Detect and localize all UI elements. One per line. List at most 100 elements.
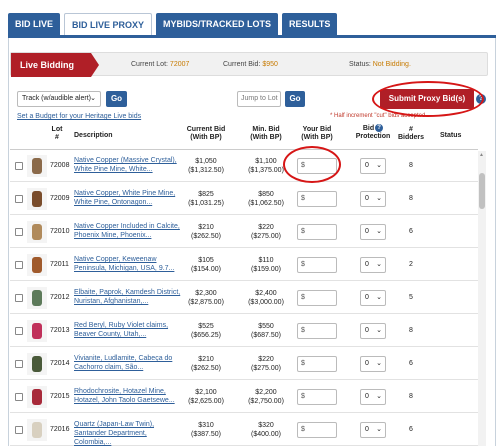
current-lot-value: 72007 <box>169 61 190 68</box>
lot-thumbnail[interactable] <box>27 419 47 441</box>
lot-description-link[interactable]: Native Copper Included in Calcite, Phoen… <box>74 222 186 240</box>
lot-image <box>32 389 42 405</box>
chevron-down-icon: ⌄ <box>376 360 382 367</box>
lot-description-link[interactable]: Native Copper, Keweenaw Peninsula, Michi… <box>74 255 186 273</box>
current-bid-cell: $825 ($1,031.25) <box>188 191 224 207</box>
row-checkbox[interactable] <box>15 327 23 335</box>
bid-protection-select[interactable]: 0 ⌄ <box>360 422 386 438</box>
row-checkbox[interactable] <box>15 261 23 269</box>
min-bid-cell: $2,400 ($3,000.00) <box>248 290 284 306</box>
your-bid-input[interactable]: $ <box>297 191 337 207</box>
bid-protection-select[interactable]: 0 ⌄ <box>360 191 386 207</box>
min-bid-cell: $110 ($159.00) <box>251 257 281 273</box>
lot-thumbnail[interactable] <box>27 287 47 309</box>
row-checkbox[interactable] <box>15 360 23 368</box>
lot-number: 72011 <box>50 261 69 268</box>
scrollbar-thumb[interactable] <box>479 173 485 209</box>
bid-protection-select[interactable]: 0 ⌄ <box>360 290 386 306</box>
your-bid-input[interactable]: $ <box>297 224 337 240</box>
bid-protection-select[interactable]: 0 ⌄ <box>360 389 386 405</box>
lot-description-link[interactable]: Rhodochrosite, Hotazel Mine, Hotazel, Jo… <box>74 387 186 405</box>
bidders-count: 8 <box>409 327 413 334</box>
your-bid-input[interactable]: $ <box>297 257 337 273</box>
lots-table: 72008 Native Copper (Massive Crystal), Wh… <box>10 151 478 446</box>
lot-description-link[interactable]: Elbaite, Paprok, Kamdesh District, Nuris… <box>74 288 186 306</box>
bid-protection-select[interactable]: 0 ⌄ <box>360 257 386 273</box>
lot-image <box>32 290 42 306</box>
row-checkbox[interactable] <box>15 195 23 203</box>
track-select[interactable]: Track (w/audible alert) ⌄ <box>17 91 101 107</box>
lot-description-link[interactable]: Red Beryl, Ruby Violet claims, Beaver Co… <box>74 321 186 339</box>
lot-thumbnail[interactable] <box>27 155 47 177</box>
lot-number: 72009 <box>50 195 70 202</box>
jump-go-button[interactable]: Go <box>285 91 305 107</box>
chevron-down-icon: ⌄ <box>376 261 382 268</box>
row-checkbox[interactable] <box>15 426 23 434</box>
tab-bid-live-proxy[interactable]: BID LIVE PROXY <box>64 13 153 37</box>
current-bid-cell: $210 ($262.50) <box>191 224 221 240</box>
lot-image <box>32 422 42 438</box>
current-lot-label: Current Lot: 72007 <box>131 61 190 68</box>
highlight-ring-your-bid <box>283 146 341 183</box>
table-row: 72014 Vivianite, Ludlamite, Cabeça do Cac… <box>10 349 478 380</box>
row-checkbox[interactable] <box>15 162 23 170</box>
scrollbar[interactable]: ▲ <box>478 151 486 446</box>
current-bid-label: Current Bid: $950 <box>223 61 278 68</box>
jump-to-lot-input[interactable]: Jump to Lot <box>237 91 281 107</box>
header-your-bid: Your Bid (With BP) <box>301 126 333 141</box>
lot-thumbnail[interactable] <box>27 320 47 342</box>
table-row: 72011 Native Copper, Keweenaw Peninsula, … <box>10 250 478 281</box>
highlight-ring-submit <box>372 81 484 117</box>
table-row: 72009 Native Copper, White Pine Mine, Whi… <box>10 184 478 215</box>
bid-protection-select[interactable]: 0 ⌄ <box>360 224 386 240</box>
bid-protection-select[interactable]: 0 ⌄ <box>360 158 386 174</box>
lot-description-link[interactable]: Quartz (Japan-Law Twin), Santander Depar… <box>74 420 186 446</box>
bid-protection-select[interactable]: 0 ⌄ <box>360 323 386 339</box>
lot-thumbnail[interactable] <box>27 188 47 210</box>
row-checkbox[interactable] <box>15 228 23 236</box>
lot-description-link[interactable]: Native Copper, White Pine Mine, White Pi… <box>74 189 186 207</box>
lot-thumbnail[interactable] <box>27 386 47 408</box>
lot-number: 72010 <box>50 228 70 235</box>
lot-number: 72016 <box>50 426 70 433</box>
lot-description-link[interactable]: Native Copper (Massive Crystal), White P… <box>74 156 186 174</box>
tab-results[interactable]: RESULTS <box>282 13 338 36</box>
chevron-down-icon: ⌄ <box>376 327 382 334</box>
header-bidders: # Bidders <box>397 126 425 141</box>
bidders-count: 5 <box>409 294 413 301</box>
track-go-button[interactable]: Go <box>106 91 127 107</box>
your-bid-input[interactable]: $ <box>297 323 337 339</box>
set-budget-link[interactable]: Set a Budget for your Heritage Live bids <box>17 113 141 120</box>
your-bid-input[interactable]: $ <box>297 389 337 405</box>
lot-description-link[interactable]: Vivianite, Ludlamite, Cabeça do Cachorro… <box>74 354 186 372</box>
min-bid-cell: $850 ($1,062.50) <box>248 191 284 207</box>
table-row: 72010 Native Copper Included in Calcite, … <box>10 217 478 248</box>
current-bid-cell: $1,050 ($1,312.50) <box>188 158 224 174</box>
bid-protection-select[interactable]: 0 ⌄ <box>360 356 386 372</box>
your-bid-input[interactable]: $ <box>297 356 337 372</box>
bidding-status-label: Status: Not Bidding. <box>349 61 411 68</box>
tab-bar: BID LIVE BID LIVE PROXY MYBIDS/TRACKED L… <box>8 13 341 37</box>
current-bid-cell: $2,100 ($2,625.00) <box>188 389 224 405</box>
lot-image <box>32 191 42 207</box>
chevron-down-icon: ⌄ <box>376 228 382 235</box>
your-bid-input[interactable]: $ <box>297 422 337 438</box>
header-bid-protection: Bid? Protection <box>355 124 391 140</box>
lot-number: 72015 <box>50 393 70 400</box>
lot-thumbnail[interactable] <box>27 254 47 276</box>
chevron-down-icon: ⌄ <box>376 426 382 433</box>
current-bid-cell: $2,300 ($2,875.00) <box>188 290 224 306</box>
lot-thumbnail[interactable] <box>27 221 47 243</box>
your-bid-input[interactable]: $ <box>297 290 337 306</box>
row-checkbox[interactable] <box>15 393 23 401</box>
bid-protection-help-icon[interactable]: ? <box>375 124 384 132</box>
chevron-down-icon: ⌄ <box>376 294 382 301</box>
lot-thumbnail[interactable] <box>27 353 47 375</box>
tab-mybids-tracked-lots[interactable]: MYBIDS/TRACKED LOTS <box>156 13 279 36</box>
row-checkbox[interactable] <box>15 294 23 302</box>
scroll-up-icon[interactable]: ▲ <box>479 152 484 158</box>
min-bid-cell: $220 ($275.00) <box>251 356 281 372</box>
bidders-count: 6 <box>409 426 413 433</box>
lot-image <box>32 323 42 339</box>
tab-bid-live[interactable]: BID LIVE <box>8 13 61 36</box>
